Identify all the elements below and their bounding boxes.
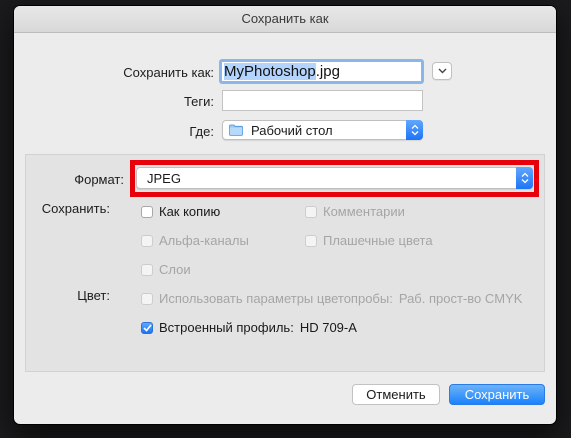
chevron-down-icon <box>438 68 446 74</box>
use-proof-setup-label: Использовать параметры цветопробы: <box>159 291 393 306</box>
filename-extension: .jpg <box>315 63 340 80</box>
checkbox-box <box>141 263 153 276</box>
checkbox-box <box>141 234 153 247</box>
cancel-button[interactable]: Отменить <box>352 384 440 405</box>
spot-colors-checkbox[interactable]: Плашечные цвета <box>305 233 433 248</box>
spot-colors-label: Плашечные цвета <box>323 233 433 248</box>
embed-profile-value: HD 709-A <box>299 320 357 335</box>
tags-input[interactable] <box>222 90 423 111</box>
checkbox-box <box>141 292 153 305</box>
checkbox-box <box>141 205 153 218</box>
updown-stepper-icon <box>406 120 423 140</box>
layers-label: Слои <box>159 262 191 277</box>
window-title: Сохранить как <box>14 6 556 33</box>
where-label: Где: <box>189 124 214 139</box>
comments-label: Комментарии <box>323 204 405 219</box>
as-copy-checkbox[interactable]: Как копию <box>141 204 220 219</box>
save-as-label: Сохранить как: <box>123 65 214 80</box>
comments-checkbox[interactable]: Комментарии <box>305 204 405 219</box>
checkbox-box <box>305 205 317 218</box>
color-label: Цвет: <box>77 288 110 303</box>
tags-label: Теги: <box>183 94 214 109</box>
format-highlight-box <box>130 160 539 197</box>
filename-input[interactable]: MyPhotoshop.jpg <box>219 59 424 84</box>
save-as-dialog: Сохранить как Сохранить как: MyPhotoshop… <box>14 6 556 424</box>
save-options-label: Сохранить: <box>41 201 110 216</box>
layers-checkbox[interactable]: Слои <box>141 262 191 277</box>
expand-button[interactable] <box>432 62 452 80</box>
folder-icon <box>229 124 243 136</box>
checkbox-box <box>141 321 153 334</box>
alpha-channels-checkbox[interactable]: Альфа-каналы <box>141 233 249 248</box>
embed-profile-checkbox[interactable]: Встроенный профиль: HD 709-A <box>141 320 357 335</box>
format-label: Формат: <box>74 172 124 187</box>
filename-selected: MyPhotoshop <box>224 63 316 80</box>
embed-profile-label: Встроенный профиль: <box>159 320 294 335</box>
as-copy-label: Как копию <box>159 204 221 219</box>
alpha-channels-label: Альфа-каналы <box>159 233 249 248</box>
location-value: Рабочий стол <box>251 123 333 138</box>
location-popup[interactable]: Рабочий стол <box>222 120 423 140</box>
save-button[interactable]: Сохранить <box>449 384 545 405</box>
checkmark-icon <box>142 323 152 332</box>
use-proof-setup-checkbox[interactable]: Использовать параметры цветопробы: Раб. … <box>141 291 522 306</box>
checkbox-box <box>305 234 317 247</box>
proof-setup-value: Раб. прост-во CMYK <box>398 291 523 306</box>
